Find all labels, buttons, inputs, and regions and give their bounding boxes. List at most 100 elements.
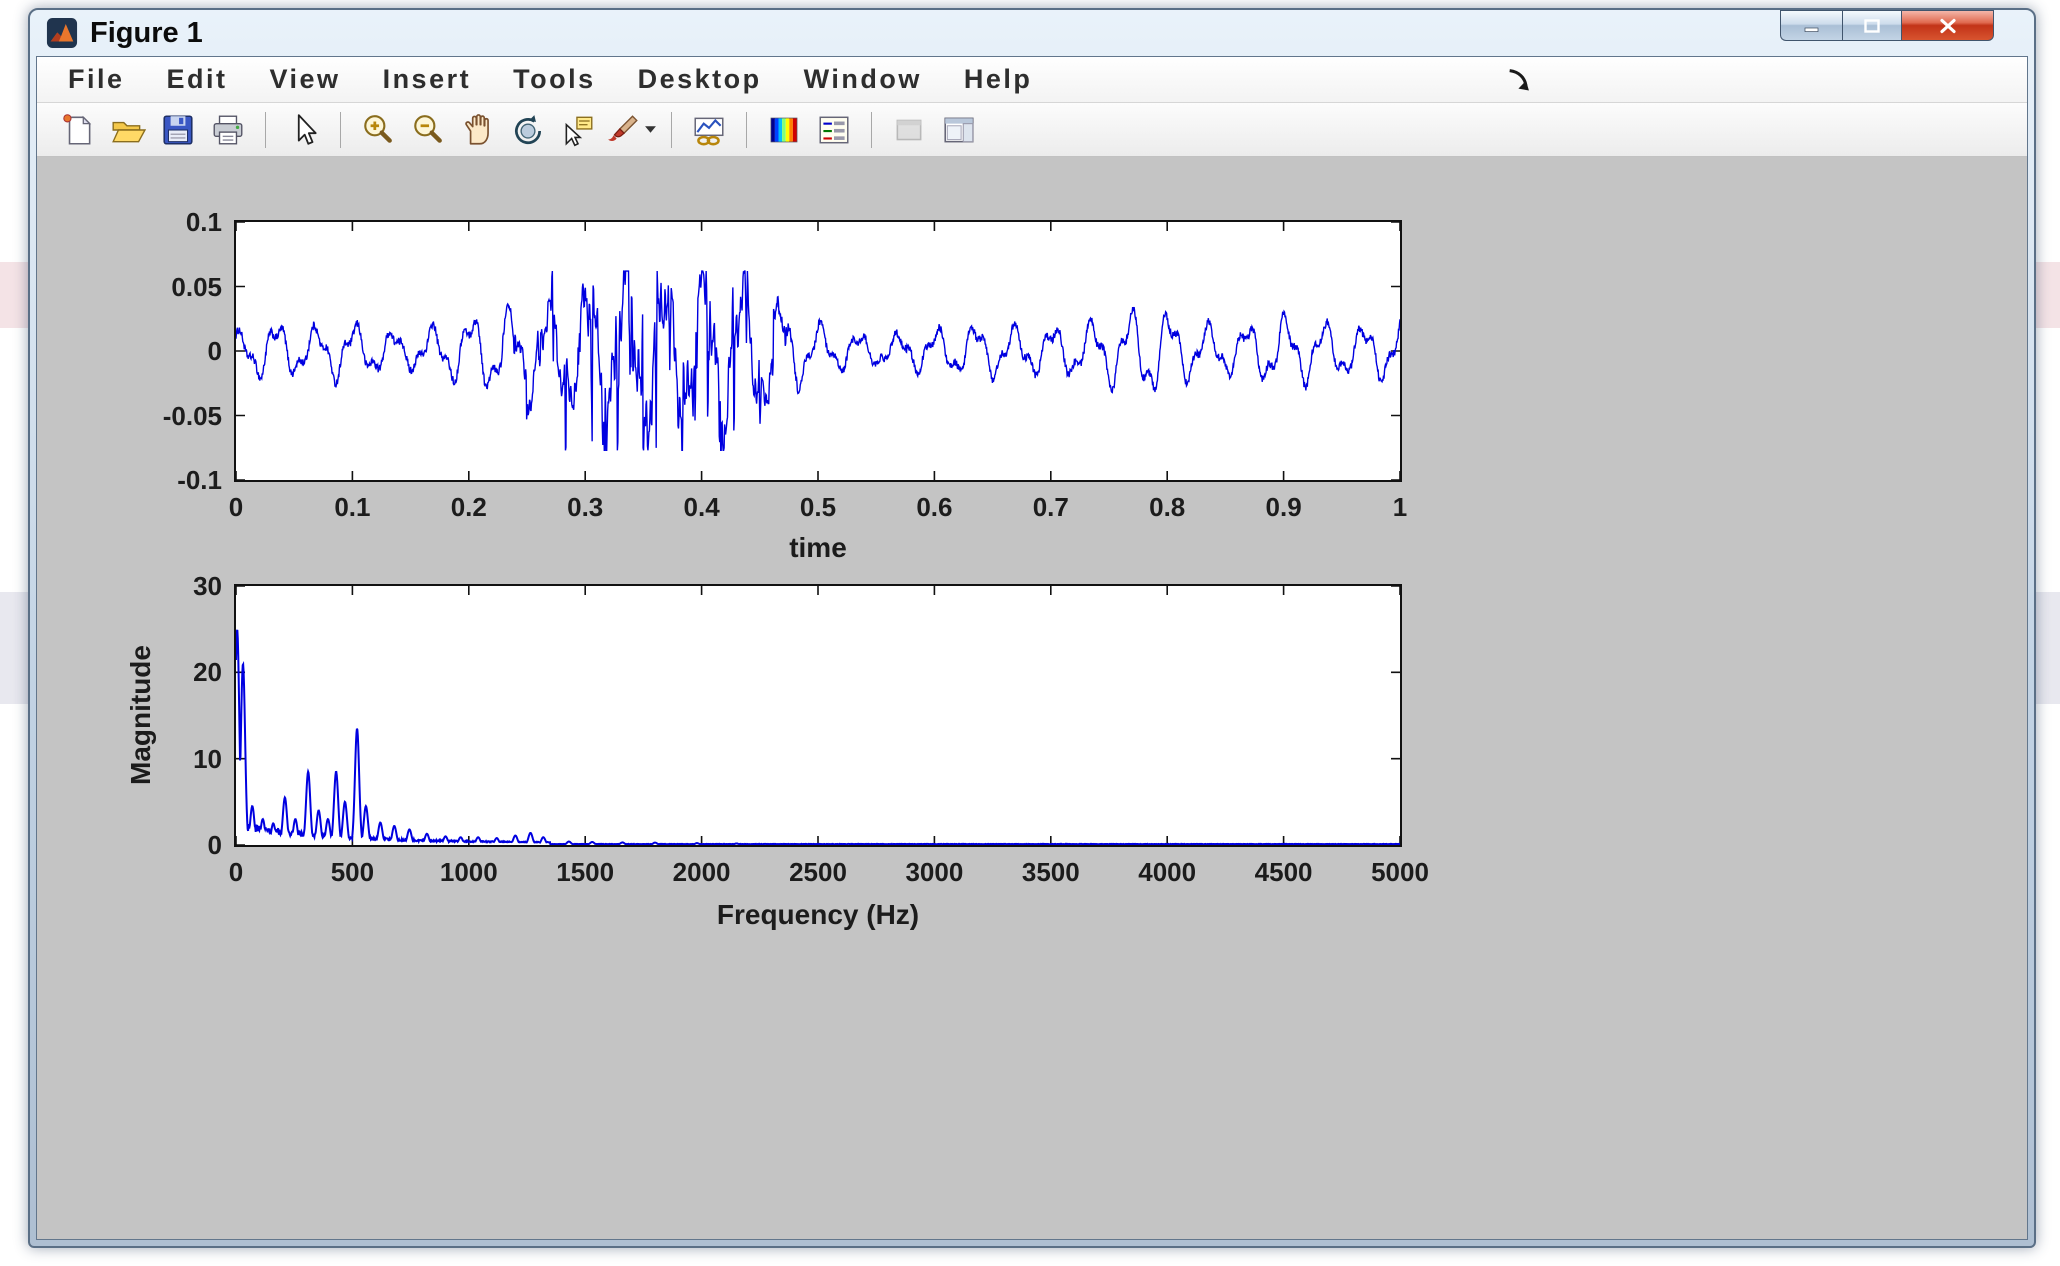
menu-file[interactable]: File xyxy=(47,60,146,99)
zoom-out-button[interactable] xyxy=(403,107,453,153)
maximize-button[interactable] xyxy=(1842,10,1902,41)
x-tick-label: 0 xyxy=(228,492,244,522)
x-tick-label: 1500 xyxy=(556,857,615,887)
close-icon xyxy=(1939,18,1956,33)
y-tick-label: -0.05 xyxy=(162,400,222,431)
menu-bar: File Edit View Insert Tools Desktop Window Help xyxy=(37,57,2027,103)
x-tick-label: 0 xyxy=(228,857,244,887)
show-plot-tools-button[interactable] xyxy=(934,107,984,153)
zoom-out-icon xyxy=(410,112,446,148)
show-plot-tools-icon xyxy=(941,112,977,148)
x-tick-label: 3000 xyxy=(905,857,964,887)
hide-plot-tools-icon xyxy=(891,112,927,148)
x-tick-label: 0.7 xyxy=(1032,492,1069,522)
link-plot-button[interactable] xyxy=(684,107,734,153)
hide-plot-tools-button[interactable] xyxy=(884,107,934,153)
x-tick-label: 2500 xyxy=(789,857,847,887)
x-tick-label: 4000 xyxy=(1138,857,1197,887)
figure-canvas: time Frequency (Hz) Magnitude 0 0.1 0.2 0.3… xyxy=(37,157,2027,1239)
x-tick-label: 0.2 xyxy=(450,492,487,522)
toolbar-divider xyxy=(671,111,672,148)
window-title: Figure 1 xyxy=(90,16,203,49)
menu-desktop[interactable]: Desktop xyxy=(617,60,783,99)
insert-colorbar-button[interactable] xyxy=(759,107,809,153)
title-bar[interactable]: Figure 1 xyxy=(30,10,2034,56)
pan-hand-button[interactable] xyxy=(453,107,503,153)
menu-items: File Edit View Insert Tools Desktop Window Help xyxy=(47,60,1053,99)
x-tick-label: 500 xyxy=(330,857,375,887)
y-tick-label: 0 xyxy=(207,830,222,860)
time-plot-area[interactable] xyxy=(234,220,1402,482)
data-cursor-icon xyxy=(560,112,596,148)
insert-legend-button[interactable] xyxy=(809,107,859,153)
maximize-icon xyxy=(1864,18,1880,33)
y-tick-label: 0 xyxy=(207,336,222,366)
link-plot-icon xyxy=(691,112,727,148)
rotate-3d-icon xyxy=(510,112,546,148)
brush-data-button[interactable] xyxy=(603,107,659,153)
y-tick-label: 0.05 xyxy=(171,271,222,302)
x-tick-label: 0.8 xyxy=(1149,492,1186,522)
toolbar-divider xyxy=(265,111,266,148)
open-file-icon xyxy=(110,112,146,148)
figure-client-area: File Edit View Insert Tools Desktop Window Help… xyxy=(36,56,2028,1240)
pan-hand-icon xyxy=(460,112,496,148)
y-tick-label: 30 xyxy=(193,571,222,601)
page-background: Figure 1 File Edit View Insert Tools Desktop W… xyxy=(0,0,2060,1266)
toolbar-divider xyxy=(871,111,872,148)
x-tick-label: 2000 xyxy=(672,857,731,887)
edit-plot-arrow-icon xyxy=(285,112,321,148)
brush-data-icon xyxy=(605,112,641,148)
menu-view[interactable]: View xyxy=(249,60,362,99)
spectrum-plot-area[interactable] xyxy=(234,584,1402,847)
minimize-button[interactable] xyxy=(1780,10,1842,41)
toolbar-divider xyxy=(746,111,747,148)
print-figure-icon xyxy=(210,112,246,148)
edit-plot-arrow-button[interactable] xyxy=(278,107,328,153)
menu-help[interactable]: Help xyxy=(943,60,1054,99)
new-figure-button[interactable] xyxy=(53,107,103,153)
menu-window[interactable]: Window xyxy=(783,60,943,99)
x-tick-label: 5000 xyxy=(1371,857,1429,887)
x-tick-label: 1 xyxy=(1392,492,1408,522)
menu-edit[interactable]: Edit xyxy=(146,60,249,99)
y-tick-label: 0.1 xyxy=(185,207,222,237)
dock-figure-arrow-icon[interactable] xyxy=(1505,66,1533,94)
frequency-axis-label: Frequency (Hz) xyxy=(716,899,920,930)
new-figure-icon xyxy=(60,112,96,148)
magnitude-spectrum-plot xyxy=(236,586,1400,845)
toolbar-divider xyxy=(340,111,341,148)
x-tick-label: 0.3 xyxy=(567,492,604,522)
save-figure-button[interactable] xyxy=(153,107,203,153)
x-tick-label: 0.4 xyxy=(683,492,720,522)
y-tick-label: -0.1 xyxy=(177,465,222,495)
window-controls xyxy=(1780,10,1994,41)
zoom-in-icon xyxy=(360,112,396,148)
insert-colorbar-icon xyxy=(766,112,802,148)
x-tick-label: 0.6 xyxy=(916,492,953,522)
menu-insert[interactable]: Insert xyxy=(362,60,493,99)
x-tick-label: 0.9 xyxy=(1265,492,1302,522)
matlab-logo-icon xyxy=(46,17,78,49)
save-figure-icon xyxy=(160,112,196,148)
data-cursor-button[interactable] xyxy=(553,107,603,153)
x-tick-label: 3500 xyxy=(1021,857,1080,887)
open-file-button[interactable] xyxy=(103,107,153,153)
print-figure-button[interactable] xyxy=(203,107,253,153)
time-waveform-plot xyxy=(236,222,1400,480)
brush-dropdown-caret-icon[interactable] xyxy=(644,125,657,134)
x-tick-label: 4500 xyxy=(1254,857,1313,887)
y-tick-label: 10 xyxy=(193,743,222,774)
x-tick-label: 1000 xyxy=(439,857,498,887)
y-tick-label: 20 xyxy=(193,657,222,688)
toolbar xyxy=(37,103,2027,157)
zoom-in-button[interactable] xyxy=(353,107,403,153)
x-tick-label: 0.1 xyxy=(334,492,371,522)
time-axis-label: time xyxy=(789,532,847,563)
minimize-icon xyxy=(1804,27,1818,32)
figure-window: Figure 1 File Edit View Insert Tools Desktop W… xyxy=(28,8,2036,1248)
x-tick-label: 0.5 xyxy=(799,492,837,522)
close-button[interactable] xyxy=(1902,10,1994,41)
rotate-3d-button[interactable] xyxy=(503,107,553,153)
menu-tools[interactable]: Tools xyxy=(492,60,617,99)
